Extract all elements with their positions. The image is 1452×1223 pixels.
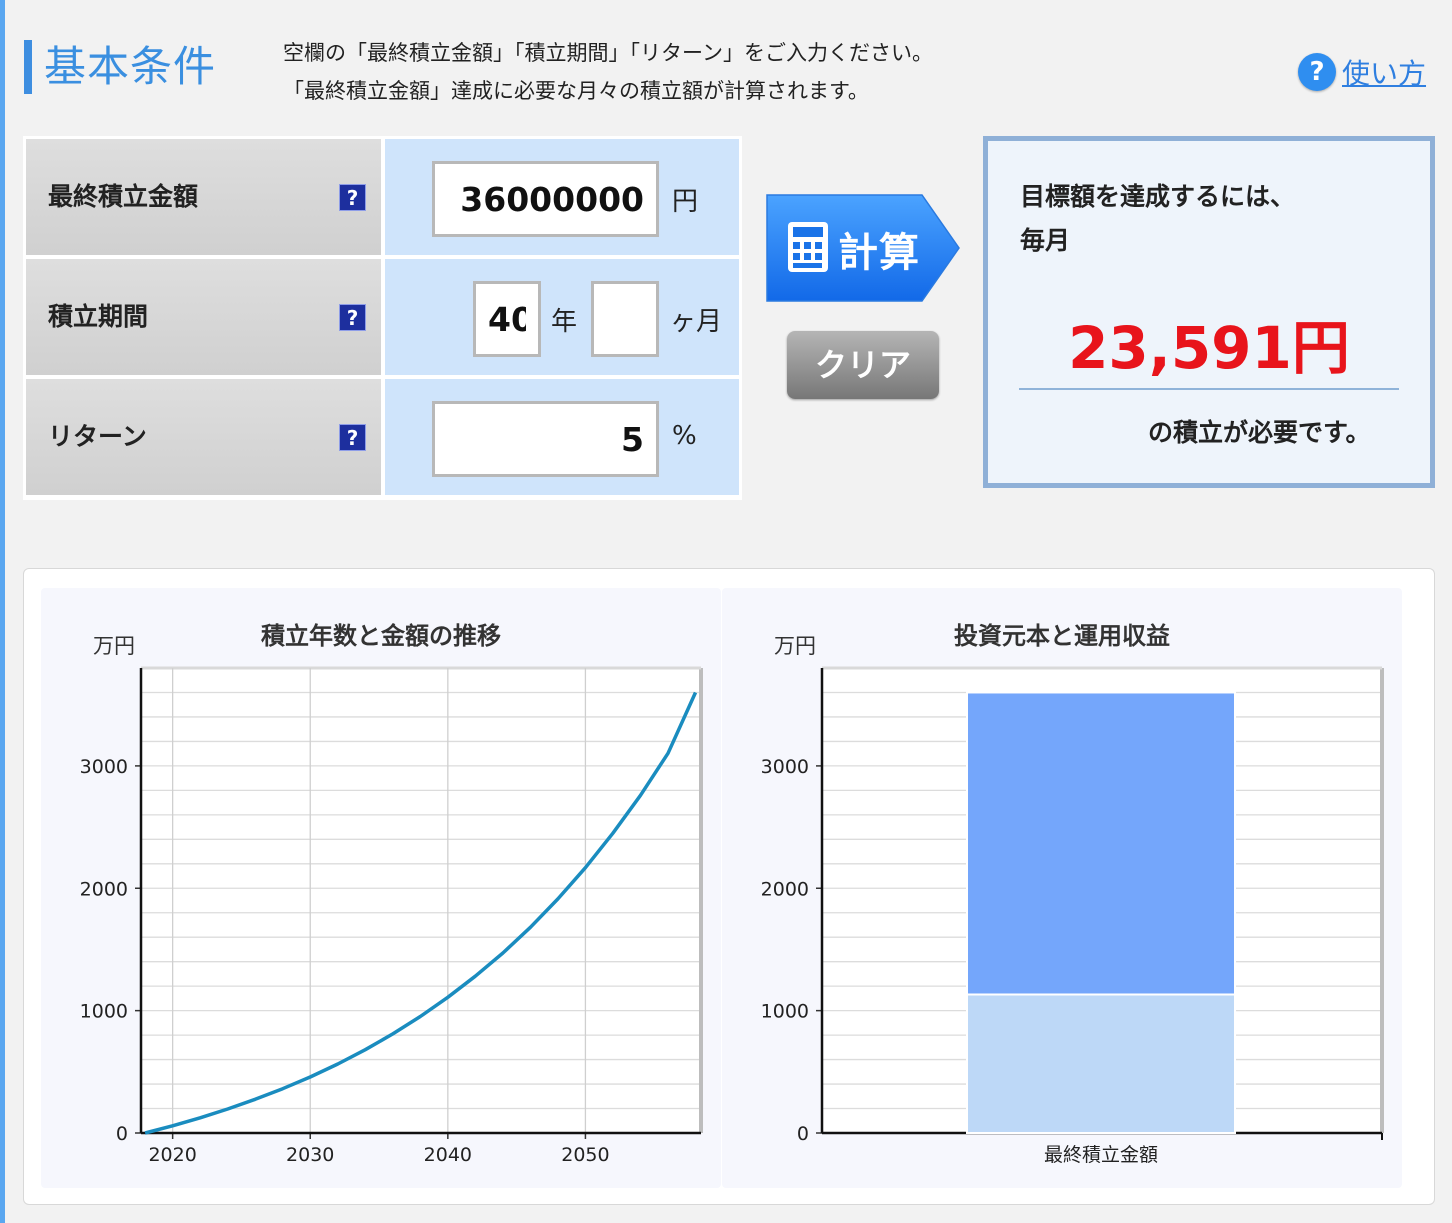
result-line-1: 目標額を達成するには、 [1020,182,1296,211]
period-value-cell: 年 ヶ月 [385,259,739,375]
usage-help-label: 使い方 [1342,57,1427,90]
help-icon: ? [1298,53,1336,91]
calculate-label: 計算 [838,230,920,276]
page-title: 基本条件 [44,42,217,91]
result-amount: 23,591円 [1068,314,1350,382]
result-box: 目標額を達成するには、 毎月 23,591円 の積立が必要です。 [983,136,1435,488]
calculate-button[interactable]: 計算 [766,194,960,302]
bar-profit [966,691,1236,996]
bar-chart-y-tick-label: 1000 [761,1001,809,1023]
charts-panel: 積立年数と金額の推移 万円 0 1000 2000 3000 2020 2030 2040 2… [23,568,1435,1205]
final-amount-label: 最終積立金額 [48,182,199,211]
bar-principal [966,993,1236,1134]
bar-chart-y-tick-label: 0 [797,1123,809,1145]
left-accent-rule [0,0,5,1223]
final-amount-value-cell: 円 [385,139,739,255]
final-amount-unit: 円 [672,187,699,217]
return-value-cell: % [385,379,739,495]
result-divider [1019,388,1399,390]
final-amount-help-icon[interactable]: ? [339,184,366,211]
result-line-3: の積立が必要です。 [1148,418,1371,447]
row-period: 積立期間 ? 年 ヶ月 [26,259,739,375]
line-chart-y-tick-label: 0 [116,1123,128,1145]
final-amount-input[interactable] [432,161,659,237]
line-chart-y-tick-label: 3000 [80,756,128,778]
line-chart-y-tick-label: 2000 [80,878,128,900]
instruction-line-1: 空欄の「最終積立金額」「積立期間」「リターン」をご入力ください。 [283,41,933,65]
line-chart-x-tick-label: 2040 [424,1144,472,1166]
line-chart: 0 1000 2000 3000 2020 2030 2040 2050 [80,666,703,1166]
bar-chart-y-tick-label: 2000 [761,878,809,900]
bar-chart: 0 1000 2000 3000 最終積立金額 [761,666,1384,1166]
line-chart-x-tick-label: 2050 [561,1144,609,1166]
return-input[interactable] [432,401,659,477]
period-label: 積立期間 [48,302,149,331]
return-label: リターン [48,422,147,451]
bar-chart-card: 投資元本と運用収益 万円 0 1000 2000 3000 最終積立金額 [722,588,1402,1188]
row-return: リターン ? % [26,379,739,495]
line-chart-y-tick-label: 1000 [80,1001,128,1023]
usage-help-link[interactable]: ? 使い方 [1298,52,1426,92]
calculator-icon [788,222,828,272]
title-accent-bar [24,40,32,94]
period-years-unit: 年 [551,307,578,337]
instructions: 空欄の「最終積立金額」「積立期間」「リターン」をご入力ください。 「最終積立金額… [283,34,933,110]
instruction-line-2: 「最終積立金額」達成に必要な月々の積立額が計算されます。 [283,79,869,103]
period-label-cell: 積立期間 ? [26,259,381,375]
return-label-cell: リターン ? [26,379,381,495]
period-months-unit: ヶ月 [670,307,723,337]
line-chart-plot-area [141,668,701,1133]
line-chart-x-tick-label: 2020 [148,1144,196,1166]
period-years-input[interactable] [473,281,541,357]
result-line-2: 毎月 [1020,226,1071,255]
period-months-input[interactable] [591,281,659,357]
line-chart-x-tick-label: 2030 [286,1144,334,1166]
bar-chart-y-tick-label: 3000 [761,756,809,778]
bar-category-label: 最終積立金額 [1044,1144,1158,1166]
conditions-table: 最終積立金額 ? 円 積立期間 ? 年 ヶ月 リターン ? % [23,136,742,500]
return-help-icon[interactable]: ? [339,424,366,451]
final-amount-label-cell: 最終積立金額 ? [26,139,381,255]
row-final-amount: 最終積立金額 ? 円 [26,139,739,255]
line-chart-card: 積立年数と金額の推移 万円 0 1000 2000 3000 2020 2030 2040 2… [41,588,721,1188]
period-help-icon[interactable]: ? [339,304,366,331]
return-unit: % [672,421,697,451]
clear-button[interactable]: クリア [787,331,939,399]
